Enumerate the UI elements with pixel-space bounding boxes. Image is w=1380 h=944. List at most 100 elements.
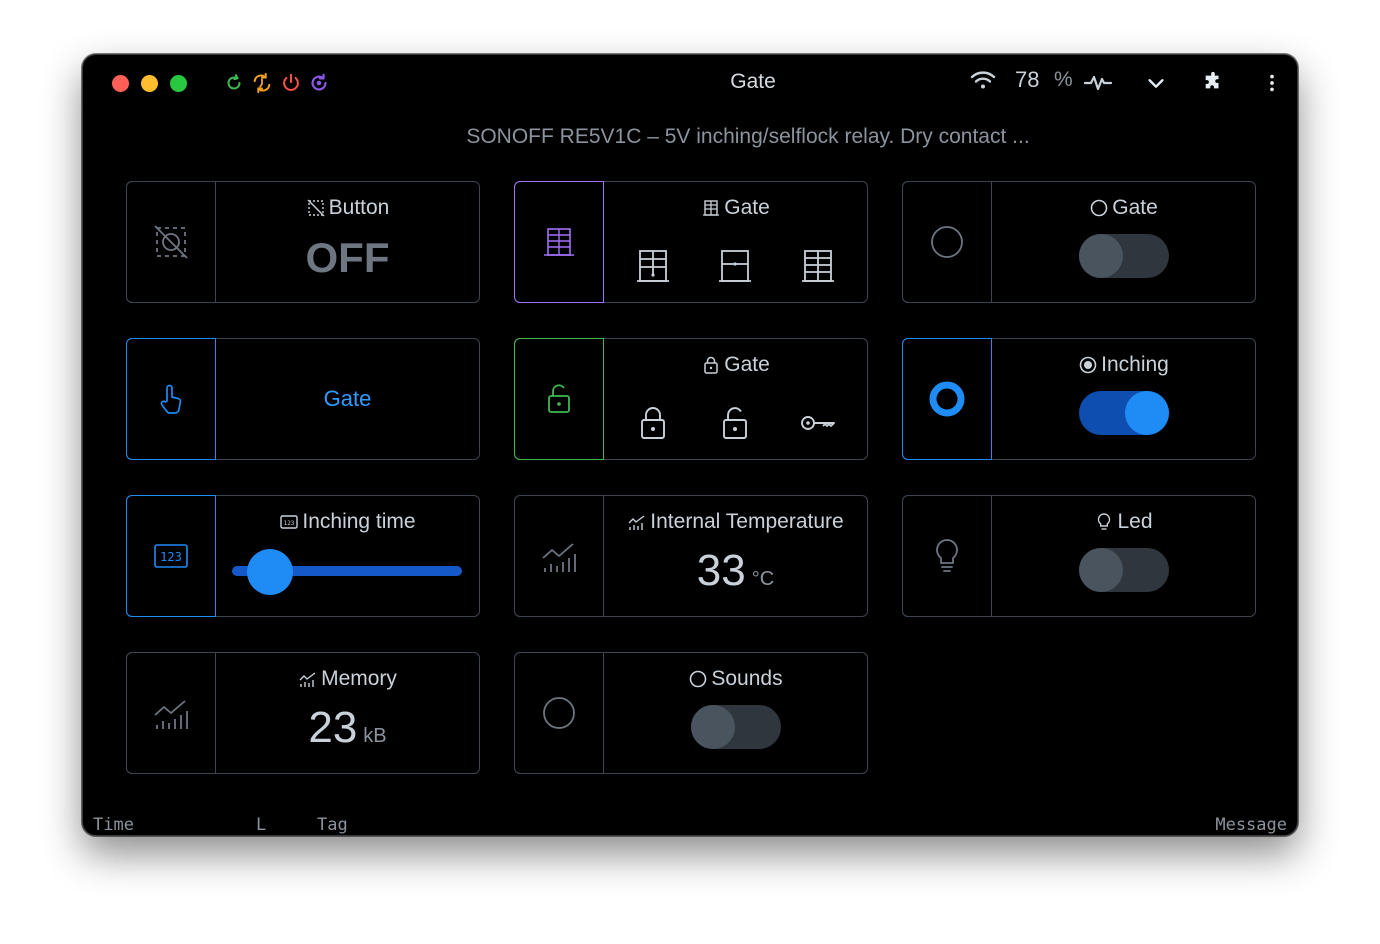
gate-stop-button[interactable] bbox=[715, 246, 755, 286]
inching-toggle[interactable] bbox=[1078, 391, 1169, 435]
sounds-label-row: Sounds bbox=[604, 667, 867, 691]
gate-switch-label: Gate bbox=[1112, 196, 1158, 219]
inching-time-label-row: 123 Inching time bbox=[216, 510, 479, 534]
circle-outline-icon bbox=[931, 226, 963, 258]
internal-temperature-value: 33 bbox=[696, 546, 746, 595]
wifi-icon bbox=[970, 71, 996, 89]
more-vertical-icon[interactable] bbox=[1261, 72, 1283, 94]
lightbulb-small-icon bbox=[1098, 513, 1111, 530]
circle-small-icon bbox=[690, 670, 707, 688]
gate-switch-toggle[interactable] bbox=[1078, 234, 1169, 278]
gate-action-card: Gate bbox=[126, 338, 480, 460]
inching-time-slider-knob[interactable] bbox=[246, 549, 293, 595]
numeric-small-icon: 123 bbox=[280, 515, 299, 529]
gate-action-button[interactable]: Gate bbox=[216, 339, 479, 459]
gate-cover-buttons bbox=[604, 246, 867, 286]
inching-time-label: Inching time bbox=[302, 510, 416, 533]
memory-icon-pane bbox=[126, 652, 216, 774]
sounds-label: Sounds bbox=[711, 667, 783, 690]
lightbulb-icon bbox=[936, 539, 958, 572]
gate-cover-icon-pane bbox=[514, 181, 604, 303]
battery-value: 78 bbox=[1015, 67, 1040, 92]
gate-switch-icon-pane bbox=[902, 181, 992, 303]
puzzle-icon[interactable] bbox=[1202, 71, 1224, 93]
gate-icon bbox=[544, 228, 574, 256]
internal-temperature-reading: 33 °C bbox=[604, 546, 867, 596]
chart-line-icon bbox=[154, 700, 188, 729]
internal-temperature-unit: °C bbox=[751, 568, 775, 590]
device-description: SONOFF RE5V1C – 5V inching/selflock rela… bbox=[466, 125, 1030, 148]
memory-value: 23 bbox=[308, 703, 358, 752]
svg-text:123: 123 bbox=[284, 520, 295, 527]
button-state-value: OFF bbox=[305, 234, 390, 281]
chart-small-icon bbox=[299, 672, 316, 687]
window-title: Gate bbox=[730, 70, 776, 93]
radio-on-icon bbox=[929, 381, 965, 417]
unlock-button[interactable] bbox=[715, 403, 755, 443]
internal-temperature-label: Internal Temperature bbox=[650, 510, 844, 533]
button-icon-pane bbox=[126, 181, 216, 303]
memory-reading: 23 kB bbox=[216, 703, 479, 753]
internal-temperature-card: Internal Temperature 33 °C bbox=[514, 495, 868, 617]
button-label: Button bbox=[328, 196, 390, 219]
lock-small-icon bbox=[704, 356, 718, 374]
lock-button[interactable] bbox=[633, 403, 673, 443]
gate-cover-label: Gate bbox=[724, 196, 770, 219]
internal-temperature-label-row: Internal Temperature bbox=[604, 510, 867, 534]
button-disabled-small-icon bbox=[307, 199, 325, 217]
led-label-row: Led bbox=[992, 510, 1255, 534]
battery-unit: % bbox=[1054, 68, 1073, 91]
radio-on-small-icon bbox=[1079, 356, 1097, 374]
gate-switch-label-row: Gate bbox=[992, 196, 1255, 220]
gate-lock-buttons bbox=[604, 403, 867, 443]
lock-open-icon bbox=[548, 384, 570, 413]
sounds-card: Sounds bbox=[514, 652, 868, 774]
toggle-knob bbox=[690, 705, 735, 749]
memory-label: Memory bbox=[321, 667, 397, 690]
button-card: Button OFF bbox=[126, 181, 480, 303]
sounds-icon-pane bbox=[514, 652, 604, 774]
log-column-time[interactable]: Time bbox=[93, 815, 134, 835]
gate-action-icon-pane bbox=[126, 338, 216, 460]
chevron-down-icon[interactable] bbox=[1145, 72, 1167, 94]
sounds-toggle[interactable] bbox=[690, 705, 781, 749]
internal-temperature-icon-pane bbox=[514, 495, 604, 617]
chart-small-icon bbox=[628, 515, 645, 530]
activity-icon[interactable] bbox=[1083, 71, 1113, 93]
log-header: Time L Tag Message bbox=[93, 815, 1287, 835]
gate-lock-card: Gate bbox=[514, 338, 868, 460]
toggle-knob bbox=[1078, 548, 1123, 592]
log-column-message[interactable]: Message bbox=[1215, 815, 1287, 835]
toggle-knob bbox=[1124, 391, 1169, 435]
gate-close-button[interactable] bbox=[798, 246, 838, 286]
memory-unit: kB bbox=[363, 725, 387, 747]
inching-icon-pane bbox=[902, 338, 992, 460]
memory-card: Memory 23 kB bbox=[126, 652, 480, 774]
led-toggle[interactable] bbox=[1078, 548, 1169, 592]
circle-small-icon bbox=[1090, 199, 1108, 217]
inching-time-icon-pane: 123 bbox=[126, 495, 216, 617]
led-icon-pane bbox=[902, 495, 992, 617]
inching-card: Inching bbox=[902, 338, 1256, 460]
gate-open-button[interactable] bbox=[633, 246, 673, 286]
inching-label: Inching bbox=[1101, 353, 1169, 376]
log-column-level[interactable]: L bbox=[256, 815, 266, 835]
button-disabled-icon bbox=[154, 225, 188, 259]
inching-time-card: 123 123 Inching time bbox=[126, 495, 480, 617]
gate-cover-card: Gate bbox=[514, 181, 868, 303]
key-open-button[interactable] bbox=[798, 403, 838, 443]
gate-lock-label-row: Gate bbox=[604, 353, 867, 377]
numeric-input-icon: 123 bbox=[154, 544, 188, 568]
gate-small-icon bbox=[703, 200, 720, 216]
gate-cover-label-row: Gate bbox=[604, 196, 867, 220]
log-column-tag[interactable]: Tag bbox=[317, 815, 348, 835]
app-window: Gate 78 % SONOFF RE5V1C – 5V inching/sel… bbox=[82, 54, 1298, 836]
circle-outline-icon bbox=[543, 697, 575, 729]
memory-label-row: Memory bbox=[216, 667, 479, 691]
led-card: Led bbox=[902, 495, 1256, 617]
chart-line-icon bbox=[542, 543, 576, 572]
toggle-knob bbox=[1078, 234, 1123, 278]
gate-lock-label: Gate bbox=[724, 353, 770, 376]
gate-switch-card: Gate bbox=[902, 181, 1256, 303]
svg-text:123: 123 bbox=[160, 550, 182, 564]
